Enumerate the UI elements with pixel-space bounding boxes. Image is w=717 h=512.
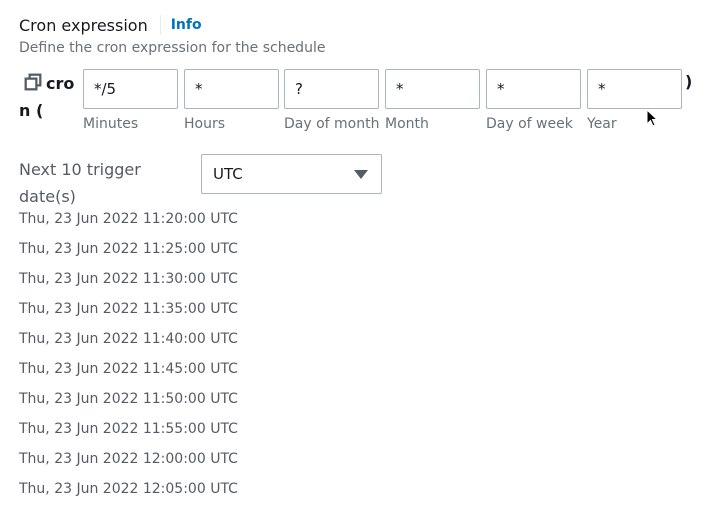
day-of-month-field: Day of month xyxy=(284,69,379,132)
day-of-month-input[interactable] xyxy=(284,69,379,109)
minutes-field: Minutes xyxy=(83,69,178,132)
trigger-date-item: Thu, 23 Jun 2022 11:40:00 UTC xyxy=(19,331,238,347)
cron-prefix: cron ( xyxy=(19,70,77,124)
trigger-dates-list: Thu, 23 Jun 2022 11:20:00 UTC Thu, 23 Ju… xyxy=(19,209,238,509)
trigger-date-item: Thu, 23 Jun 2022 11:30:00 UTC xyxy=(19,271,238,287)
hours-field: Hours xyxy=(184,69,279,132)
trigger-dates-label: Next 10 trigger date(s) xyxy=(19,160,141,206)
year-label: Year xyxy=(587,116,617,132)
trigger-date-item: Thu, 23 Jun 2022 11:45:00 UTC xyxy=(19,361,238,377)
day-of-week-field: Day of week xyxy=(486,69,581,132)
hours-label: Hours xyxy=(184,116,226,132)
year-input[interactable] xyxy=(587,69,682,109)
cron-suffix: ) xyxy=(685,72,693,91)
timezone-select[interactable]: UTC xyxy=(201,154,382,194)
month-label: Month xyxy=(385,116,429,132)
month-input[interactable] xyxy=(385,69,480,109)
minutes-label: Minutes xyxy=(83,116,139,132)
hours-input[interactable] xyxy=(184,69,279,109)
trigger-date-item: Thu, 23 Jun 2022 11:55:00 UTC xyxy=(19,421,238,437)
timezone-selected-value: UTC xyxy=(213,165,243,183)
trigger-date-item: Thu, 23 Jun 2022 11:35:00 UTC xyxy=(19,301,238,317)
info-link[interactable]: Info xyxy=(171,17,202,33)
trigger-date-item: Thu, 23 Jun 2022 11:20:00 UTC xyxy=(19,211,238,227)
trigger-date-item: Thu, 23 Jun 2022 11:50:00 UTC xyxy=(19,391,238,407)
copy-icon[interactable] xyxy=(24,73,42,91)
trigger-date-item: Thu, 23 Jun 2022 12:00:00 UTC xyxy=(19,451,238,467)
trigger-date-item: Thu, 23 Jun 2022 11:25:00 UTC xyxy=(19,241,238,257)
field-title: Cron expression xyxy=(19,15,148,35)
header-divider xyxy=(159,15,161,35)
mouse-pointer-icon xyxy=(646,109,658,127)
field-description: Define the cron expression for the sched… xyxy=(19,40,326,56)
minutes-input[interactable] xyxy=(83,69,178,109)
month-field: Month xyxy=(385,69,480,132)
day-of-week-label: Day of week xyxy=(486,116,573,132)
trigger-date-item: Thu, 23 Jun 2022 12:05:00 UTC xyxy=(19,481,238,497)
day-of-month-label: Day of month xyxy=(284,116,380,132)
form-field-header: Cron expression Info xyxy=(19,14,202,36)
year-field: Year xyxy=(587,69,682,132)
caret-down-icon xyxy=(354,170,368,179)
day-of-week-input[interactable] xyxy=(486,69,581,109)
